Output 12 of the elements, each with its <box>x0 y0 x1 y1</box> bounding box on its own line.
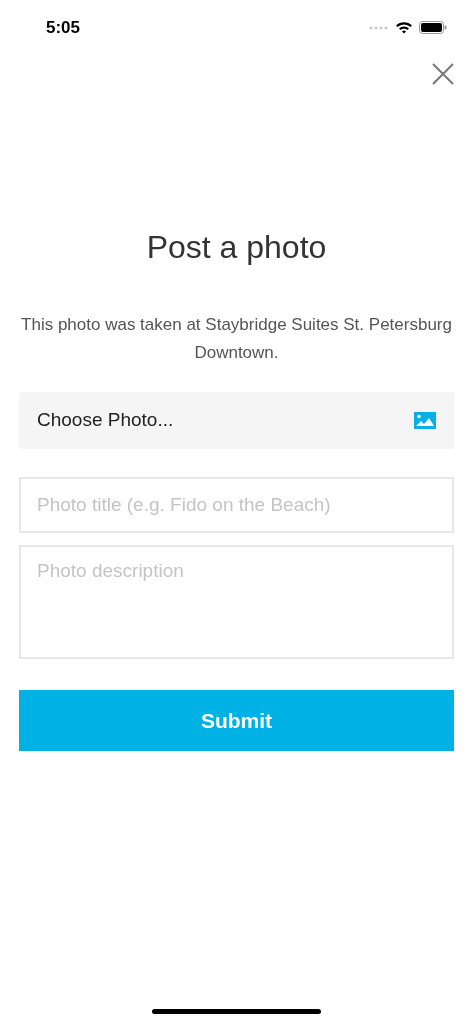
close-icon <box>432 63 454 85</box>
close-button[interactable] <box>432 63 454 85</box>
title-input-field[interactable]: Photo title (e.g. Fido on the Beach) <box>19 477 454 533</box>
choose-photo-button[interactable]: Choose Photo... <box>19 392 454 449</box>
battery-icon <box>419 21 447 34</box>
signal-icon <box>369 25 389 30</box>
page-title: Post a photo <box>145 228 328 267</box>
description-text: This photo was taken at Staybridge Suites St. Petersburg Downtown. <box>20 314 453 364</box>
wifi-icon <box>395 21 413 34</box>
description-input-field[interactable]: Photo description <box>19 545 454 659</box>
status-time: 5:05 <box>46 16 81 39</box>
image-icon <box>414 412 436 429</box>
